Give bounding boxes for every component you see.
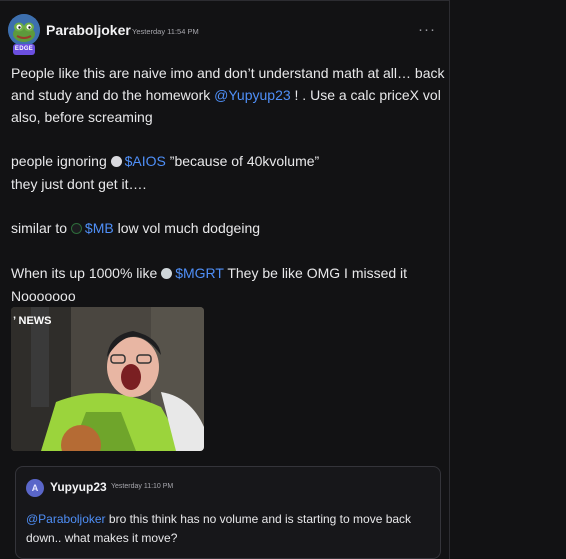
mention-link[interactable]: @Yupyup23 (214, 87, 291, 103)
mention-link[interactable]: @Paraboljoker (26, 512, 106, 526)
avatar[interactable] (8, 14, 40, 46)
more-options-icon[interactable]: ··· (418, 21, 436, 38)
quoted-post[interactable]: A Yupyup23 Yesterday 11:10 PM @Paraboljo… (15, 466, 441, 559)
edge-badge: EDGE (13, 44, 35, 55)
divider (0, 0, 449, 1)
post-text-line: people ignoring $AIOS ”because of 40kvol… (11, 153, 319, 169)
quote-text-line: @Paraboljoker bro this think has no volu… (26, 512, 411, 526)
text-segment: ! . Use a calc priceX vol (290, 87, 441, 103)
text-segment: low vol much dodgeing (113, 220, 261, 236)
post-text-line: People like this are naive imo and don’t… (11, 65, 445, 81)
post-text-line: they just dont get it…. (11, 176, 147, 192)
reaction-gif[interactable]: ’ NEWS (11, 307, 204, 451)
mgrt-token-icon (161, 268, 173, 279)
post-text-line: and study and do the homework @Yupyup23 … (11, 87, 441, 103)
text-segment: ”because of 40kvolume” (165, 153, 320, 169)
quote-author-name[interactable]: Yupyup23 (50, 480, 107, 494)
quote-avatar[interactable]: A (26, 479, 44, 497)
right-panel (452, 0, 566, 559)
author-name[interactable]: Paraboljoker (46, 22, 131, 38)
post-timestamp: Yesterday 11:54 PM (132, 27, 199, 36)
text-segment: people ignoring (11, 153, 111, 169)
text-segment: and study and do the homework (11, 87, 215, 103)
post-text-line: When its up 1000% like $MGRT They be lik… (11, 265, 407, 281)
aios-token-icon (110, 156, 122, 167)
text-segment: similar to (11, 220, 71, 236)
text-segment: When its up 1000% like (11, 265, 162, 281)
text-segment: They be like OMG I missed it (223, 265, 408, 281)
post-text-line: Nooooooo (11, 288, 76, 304)
quote-timestamp: Yesterday 11:10 PM (111, 483, 174, 490)
post-text-line: also, before screaming (11, 109, 153, 125)
gif-caption: ’ NEWS (13, 315, 52, 327)
post-text-line: similar to $MB low vol much dodgeing (11, 220, 260, 236)
text-segment: bro this think has no volume and is star… (105, 512, 412, 526)
post-card: EDGE Paraboljoker Yesterday 11:54 PM ···… (0, 0, 450, 559)
ticker-link[interactable]: $AIOS (125, 153, 166, 169)
quote-text-line: down.. what makes it move? (26, 531, 178, 545)
mb-token-icon (70, 223, 82, 234)
ticker-link[interactable]: $MB (85, 220, 114, 236)
ticker-link[interactable]: $MGRT (175, 265, 224, 281)
